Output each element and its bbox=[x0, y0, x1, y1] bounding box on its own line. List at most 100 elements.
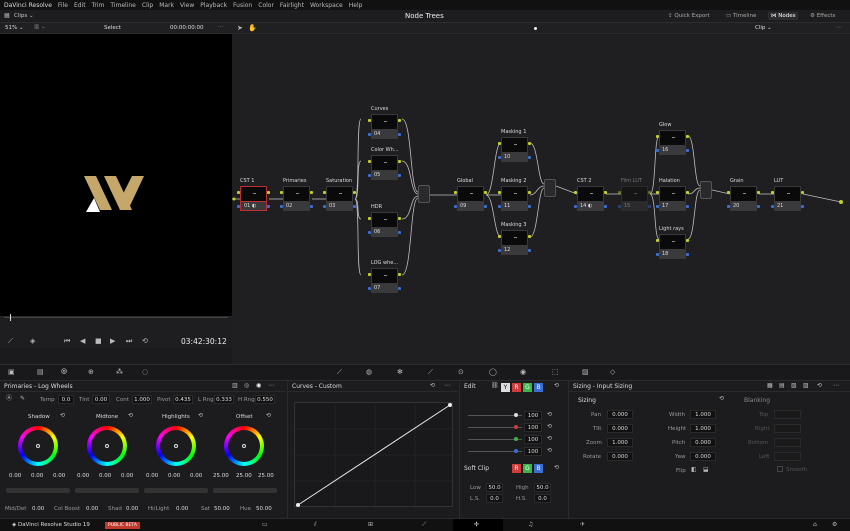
highlight-value[interactable]: 0.00 bbox=[176, 506, 188, 512]
app-menu[interactable]: DaVinci Resolve bbox=[4, 2, 52, 9]
ls-field[interactable]: 0.0 bbox=[486, 494, 503, 503]
timeline-button[interactable]: ▭ Timeline bbox=[726, 13, 756, 19]
node-pin[interactable] bbox=[454, 205, 457, 208]
channel-y-button[interactable]: Y bbox=[501, 383, 510, 392]
node-pin[interactable] bbox=[398, 287, 401, 290]
node-pin[interactable] bbox=[237, 191, 240, 194]
page-color-icon[interactable]: ✢ bbox=[474, 522, 479, 528]
node-pin[interactable] bbox=[398, 160, 401, 163]
scrub-track[interactable] bbox=[4, 317, 228, 318]
channel-b-button[interactable]: B bbox=[534, 383, 543, 392]
b-reset-icon[interactable]: ⟲ bbox=[547, 448, 552, 454]
hdr-wheels-icon[interactable]: ⊕ bbox=[88, 369, 94, 376]
g-value[interactable]: 100 bbox=[524, 435, 542, 444]
page-fusion-icon[interactable]: ⟋ bbox=[422, 522, 426, 528]
r-reset-icon[interactable]: ⟲ bbox=[547, 424, 552, 430]
contrast-field[interactable]: 1.000 bbox=[132, 395, 152, 404]
blank-bottom-field[interactable] bbox=[774, 438, 801, 447]
node-pin[interactable] bbox=[237, 205, 240, 208]
node-pin[interactable] bbox=[368, 287, 371, 290]
node-pin[interactable] bbox=[368, 217, 371, 220]
color-wheels-icon[interactable]: ◎ bbox=[61, 368, 67, 375]
node-pin[interactable] bbox=[323, 205, 326, 208]
menu-trim[interactable]: Trim bbox=[92, 2, 105, 9]
hue-value[interactable]: 50.00 bbox=[256, 506, 272, 512]
sizing-mode-4-icon[interactable]: ▨ bbox=[803, 383, 809, 389]
node-pin[interactable] bbox=[368, 231, 371, 234]
edit-reset-icon[interactable]: ⟲ bbox=[554, 383, 559, 389]
node-05[interactable]: Color Wh... 05 bbox=[368, 147, 401, 182]
node-pin[interactable] bbox=[368, 133, 371, 136]
play-icon[interactable]: ▶ bbox=[110, 338, 115, 345]
menu-file[interactable]: File bbox=[58, 2, 68, 9]
node-pin[interactable] bbox=[267, 191, 270, 194]
softclip-b-button[interactable]: B bbox=[534, 464, 543, 473]
node-pin[interactable] bbox=[528, 142, 531, 145]
key-icon[interactable]: ⬚ bbox=[552, 369, 559, 376]
b-value[interactable]: 100 bbox=[524, 447, 542, 456]
bars-mode-icon[interactable]: ▥ bbox=[232, 383, 238, 389]
sizing-mode-1-icon[interactable]: ▦ bbox=[767, 383, 773, 389]
skip-forward-icon[interactable]: ⏭ bbox=[126, 338, 132, 345]
qualifier-icon[interactable]: ✻ bbox=[397, 369, 403, 376]
node-pin[interactable] bbox=[686, 253, 689, 256]
menu-workspace[interactable]: Workspace bbox=[310, 2, 343, 9]
shadow-wheel[interactable] bbox=[18, 426, 58, 466]
node-pin[interactable] bbox=[686, 135, 689, 138]
clip-mode-select[interactable]: Clip ⌄ bbox=[755, 25, 772, 31]
node-pin[interactable] bbox=[771, 191, 774, 194]
hs-field[interactable]: 0.0 bbox=[534, 494, 551, 503]
rotate-field[interactable]: 0.000 bbox=[607, 452, 633, 461]
node-pin[interactable] bbox=[368, 174, 371, 177]
shadow-master-slider[interactable] bbox=[6, 488, 70, 493]
node-pin[interactable] bbox=[618, 191, 621, 194]
node-pin[interactable] bbox=[498, 249, 501, 252]
node-pin[interactable] bbox=[727, 205, 730, 208]
loop-icon[interactable]: ⟲ bbox=[142, 338, 148, 345]
midtone-wheel[interactable] bbox=[87, 426, 127, 466]
y-value[interactable]: 100 bbox=[524, 411, 542, 420]
midtone-master-slider[interactable] bbox=[75, 488, 139, 493]
wheels-mode-icon[interactable]: ◎ bbox=[244, 383, 249, 389]
temp-field[interactable]: 0.0 bbox=[58, 395, 74, 404]
tilt-field[interactable]: 0.000 bbox=[607, 424, 633, 433]
reset-shadow-icon[interactable]: ⟲ bbox=[60, 413, 65, 419]
node-pin[interactable] bbox=[656, 135, 659, 138]
node-pin[interactable] bbox=[686, 191, 689, 194]
y-reset-icon[interactable]: ⟲ bbox=[547, 412, 552, 418]
settings-gear-icon[interactable]: ⚙ bbox=[832, 522, 837, 528]
node-pin[interactable] bbox=[528, 191, 531, 194]
node-pin[interactable] bbox=[801, 205, 804, 208]
menu-fairlight[interactable]: Fairlight bbox=[280, 2, 304, 9]
menu-clip[interactable]: Clip bbox=[142, 2, 153, 9]
flip-horizontal-icon[interactable]: ◧ bbox=[691, 467, 697, 473]
r-value[interactable]: 100 bbox=[524, 423, 542, 432]
node-04[interactable]: Curves 04 bbox=[368, 106, 401, 141]
menu-help[interactable]: Help bbox=[349, 2, 363, 9]
node-pin[interactable] bbox=[310, 205, 313, 208]
high-range-field[interactable]: 0.550 bbox=[255, 395, 275, 404]
reset-midtone-icon[interactable]: ⟲ bbox=[128, 413, 133, 419]
sizing-mode-3-icon[interactable]: ▧ bbox=[791, 383, 797, 389]
node-pin[interactable] bbox=[498, 235, 501, 238]
node-pin[interactable] bbox=[656, 239, 659, 242]
node-pin[interactable] bbox=[484, 205, 487, 208]
node-pin[interactable] bbox=[353, 191, 356, 194]
menu-color[interactable]: Color bbox=[258, 2, 274, 9]
view-mode-icon[interactable]: ▥ ⌄ bbox=[34, 24, 46, 30]
node-01[interactable]: CST 1 01 ◐ bbox=[237, 178, 270, 213]
node-16[interactable]: Glow 16 bbox=[656, 122, 689, 157]
channel-r-button[interactable]: R bbox=[512, 383, 521, 392]
softclip-reset-icon[interactable]: ⟲ bbox=[554, 465, 559, 471]
node-pin[interactable] bbox=[398, 174, 401, 177]
node-pin[interactable] bbox=[648, 205, 651, 208]
layer-mixer[interactable] bbox=[544, 179, 556, 197]
node-11[interactable]: Masking 2 11 bbox=[498, 178, 531, 213]
highlights-master-slider[interactable] bbox=[144, 488, 208, 493]
node-pin[interactable] bbox=[398, 273, 401, 276]
node-10[interactable]: Masking 1 10 bbox=[498, 129, 531, 164]
node-pin[interactable] bbox=[280, 205, 283, 208]
high-field[interactable]: 50.0 bbox=[534, 483, 551, 492]
shadows-value[interactable]: 0.00 bbox=[126, 506, 138, 512]
node-pin[interactable] bbox=[398, 119, 401, 122]
